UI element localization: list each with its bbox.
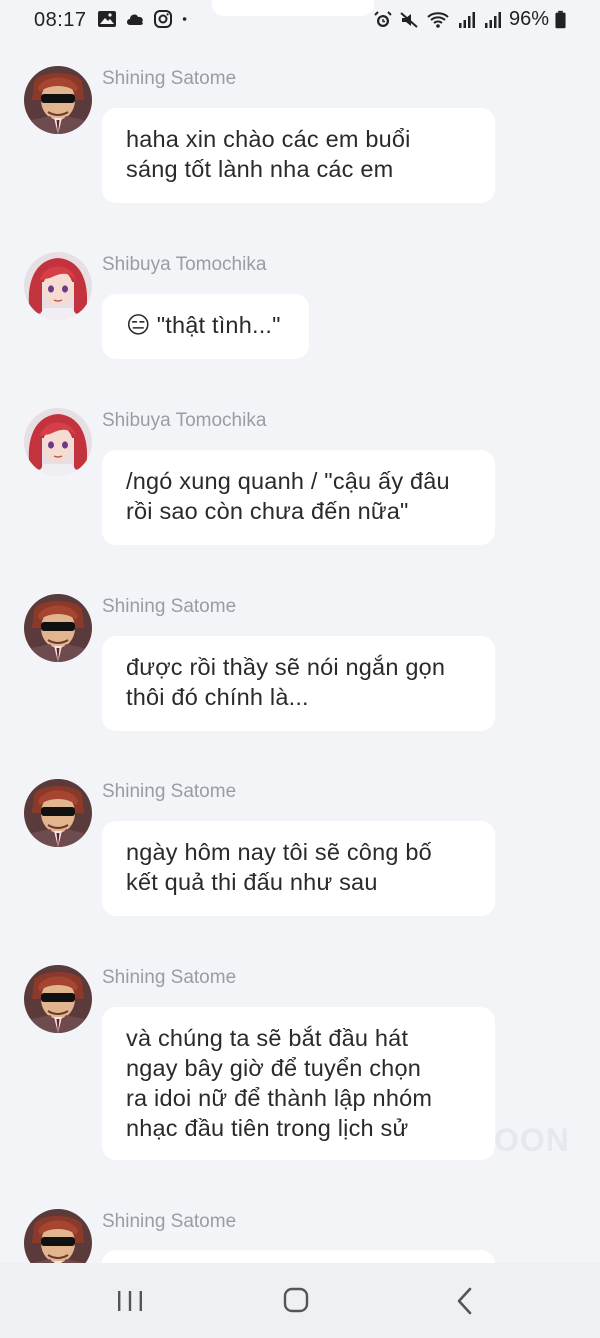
watermark: OON [494, 1122, 570, 1158]
avatar[interactable] [24, 965, 92, 1033]
message-text: haha xin chào các em buổi [126, 126, 411, 152]
signal-icon [484, 11, 501, 28]
instagram-icon [154, 10, 172, 28]
message-text: ngày hôm nay tôi sẽ công bố [126, 839, 432, 865]
message-text: kết quả thi đấu như sau [126, 869, 378, 895]
message-bubble[interactable]: và chúng ta sẽ bắt đầu hát ngay bây giờ đ… [102, 1007, 495, 1160]
message-text-line: được rồi thầy sẽ nói ngắn gọn [126, 652, 471, 682]
sender-name: Shining Satome [102, 1211, 237, 1232]
message-text-line: 😑 "thật tình..." [126, 310, 285, 340]
cloud-icon [127, 14, 143, 25]
message-text-line: ra idoi nữ để thành lập nhóm [126, 1083, 471, 1113]
message-text: được rồi thầy sẽ nói ngắn gọn [126, 654, 446, 680]
avatar[interactable] [24, 66, 92, 134]
message-bubble[interactable]: ngày hôm nay tôi sẽ công bố kết quả thi đ… [102, 821, 495, 916]
gallery-icon [98, 11, 116, 27]
status-time: 08:17 [34, 9, 87, 31]
avatar[interactable] [24, 408, 92, 476]
mute-icon [400, 11, 418, 28]
battery-percent: 96% [508, 8, 549, 30]
message-text-line: ngay bây giờ để tuyển chọn [126, 1053, 471, 1083]
message-bubble[interactable]: 😑 "thật tình..." [102, 294, 309, 359]
message-text-line: sáng tốt lành nha các em [126, 154, 471, 184]
avatar[interactable] [24, 252, 92, 320]
sender-name: Shining Satome [102, 781, 237, 802]
message-text: nhạc đầu tiên trong lịch sử [126, 1115, 409, 1141]
recent-apps-button[interactable] [110, 1283, 150, 1319]
message-text-line: kết quả thi đấu như sau [126, 867, 471, 897]
message-bubble[interactable]: haha xin chào các em buổi sáng tốt lành n… [102, 108, 495, 203]
message-bubble[interactable]: /ngó xung quanh / "cậu ấy đâu rồi sao còn… [102, 450, 495, 545]
message-text: "thật tình..." [156, 312, 281, 338]
message-text: /ngó xung quanh / "cậu ấy đâu [126, 468, 450, 494]
signal-icon [458, 11, 475, 28]
status-pill [212, 0, 374, 16]
back-button[interactable] [445, 1283, 485, 1319]
message-text: ngay bây giờ để tuyển chọn [126, 1055, 421, 1081]
navigation-bar [0, 1263, 600, 1338]
message-text: rồi sao còn chưa đến nữa" [126, 498, 409, 524]
sender-name: Shibuya Tomochika [102, 410, 267, 431]
dot-icon [182, 17, 187, 21]
message-text-line: nhạc đầu tiên trong lịch sử [126, 1113, 471, 1143]
message-text: và chúng ta sẽ bắt đầu hát [126, 1025, 409, 1051]
message-bubble[interactable]: được rồi thầy sẽ nói ngắn gọn thôi đó chí… [102, 636, 495, 731]
message-text-line: ngày hôm nay tôi sẽ công bố [126, 837, 471, 867]
expressionless-emoji-icon: 😑 [126, 312, 151, 338]
home-button[interactable] [276, 1283, 316, 1319]
sender-name: Shining Satome [102, 967, 237, 988]
message-text-line: rồi sao còn chưa đến nữa" [126, 496, 471, 526]
message-text: ra idoi nữ để thành lập nhóm [126, 1085, 433, 1111]
message-text-line: thôi đó chính là... [126, 682, 471, 712]
sender-name: Shining Satome [102, 596, 237, 617]
message-text: thôi đó chính là... [126, 684, 309, 710]
avatar[interactable] [24, 779, 92, 847]
wifi-icon [427, 11, 449, 28]
message-text: sáng tốt lành nha các em [126, 156, 394, 182]
message-text-line: haha xin chào các em buổi [126, 124, 471, 154]
message-text-line: và chúng ta sẽ bắt đầu hát [126, 1023, 471, 1053]
battery-icon [555, 10, 566, 28]
alarm-icon [374, 10, 392, 27]
sender-name: Shining Satome [102, 68, 237, 89]
message-text-line: /ngó xung quanh / "cậu ấy đâu [126, 466, 471, 496]
sender-name: Shibuya Tomochika [102, 254, 267, 275]
avatar[interactable] [24, 594, 92, 662]
